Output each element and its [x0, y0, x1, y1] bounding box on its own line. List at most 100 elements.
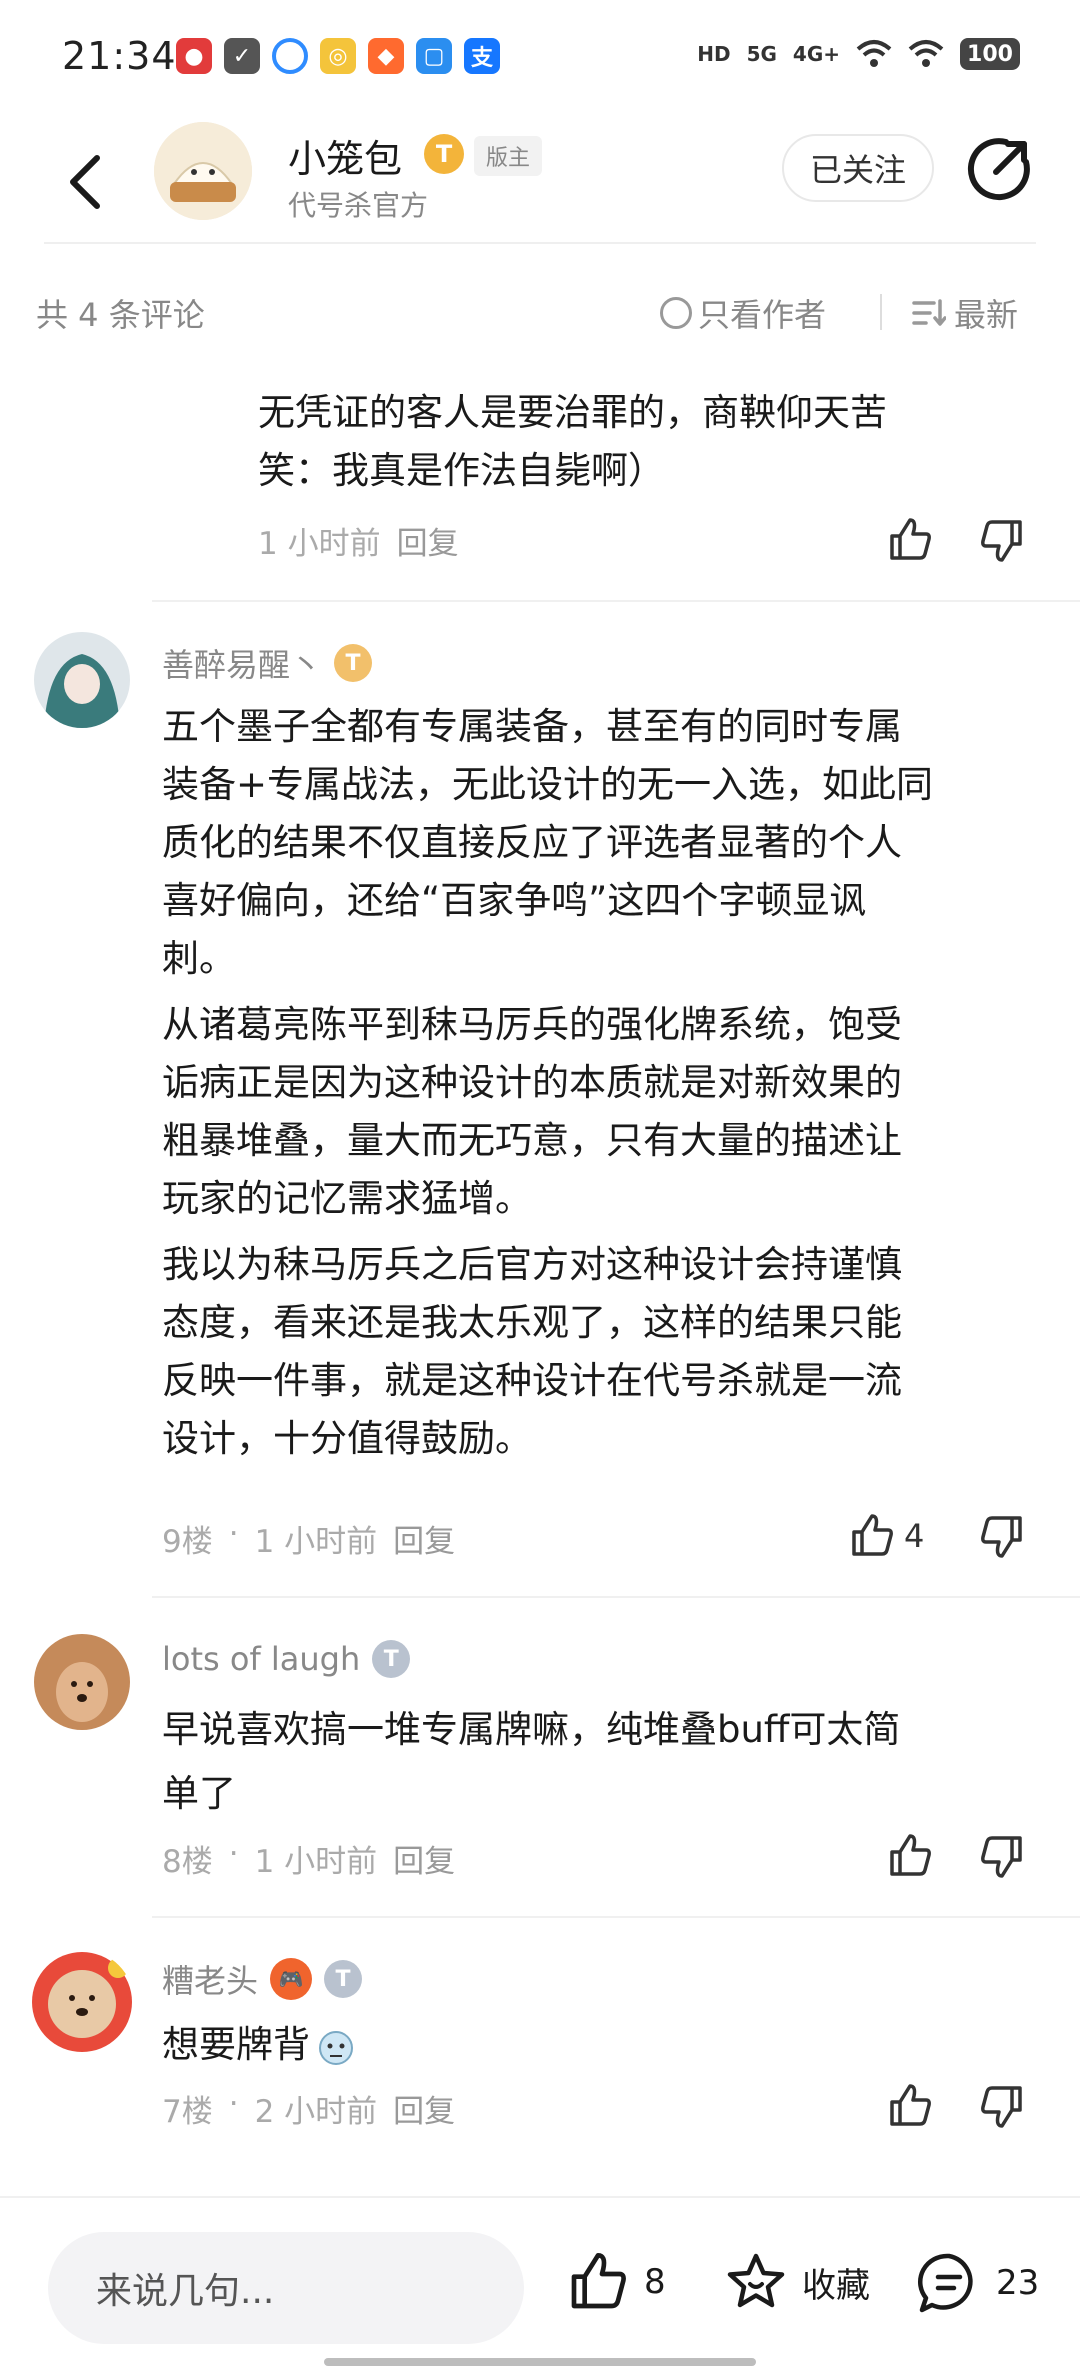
anime-avatar-image: [34, 632, 130, 728]
comment-input[interactable]: 来说几句...: [48, 2232, 524, 2344]
filter-divider: [880, 294, 882, 330]
comment-icon: [918, 2253, 973, 2313]
sort-icon: [912, 299, 946, 326]
dislike-button[interactable]: [976, 2080, 1028, 2132]
like-button[interactable]: [884, 1830, 936, 1882]
post-like-button[interactable]: 8: [566, 2250, 666, 2314]
meta-dot: ·: [228, 1516, 239, 1552]
thumb-down-icon: [981, 2086, 1022, 2128]
user-level-badge: T: [372, 1640, 411, 1678]
moderator-badge: 版主: [474, 136, 543, 176]
user-avatar[interactable]: [34, 1634, 130, 1730]
like-button[interactable]: [884, 2080, 936, 2132]
comment-time: 2 小时前: [254, 2094, 378, 2130]
user-avatar[interactable]: [34, 632, 130, 728]
reply-button[interactable]: 回复: [397, 518, 459, 563]
shopping-icon: ◆: [368, 38, 404, 74]
thumb-up-icon: [571, 2253, 626, 2309]
user-avatar[interactable]: [30, 1950, 134, 2054]
status-time: 21:34: [62, 34, 177, 78]
user-name-row: 善醉易醒丶 T: [162, 640, 373, 686]
follow-button[interactable]: 已关注: [782, 134, 934, 202]
comment-count-total: 23: [996, 2263, 1040, 2303]
comment-meta: 9楼 · 1 小时前 回复: [162, 1516, 455, 1561]
thumb-down-icon: [981, 1836, 1022, 1878]
comment-count: 共 4 条评论: [36, 296, 205, 334]
wifi-icon-2: [908, 40, 944, 67]
task-icon: ✓: [224, 38, 260, 74]
netease-music-icon: ●: [176, 38, 212, 74]
user-name[interactable]: 善醉易醒丶: [162, 640, 322, 686]
wifi-icon: [856, 40, 892, 67]
dislike-button[interactable]: [976, 514, 1028, 566]
video-icon: ▢: [416, 38, 452, 74]
only-author-toggle[interactable]: 只看作者: [660, 290, 826, 336]
comment-text: 无凭证的客人是要治罪的，商鞅仰天苦 笑：我真是作法自毙啊）: [258, 391, 887, 492]
user-name-row: lots of laugh T: [162, 1640, 411, 1678]
alipay-icon: 支: [464, 38, 500, 74]
star-icon: [727, 2253, 785, 2308]
reply-button[interactable]: 回复: [393, 1836, 455, 1881]
thumb-up-icon: [884, 514, 936, 566]
comment-divider: [152, 600, 1080, 602]
like-count: 4: [904, 1517, 925, 1555]
user-name[interactable]: lots of laugh: [162, 1640, 360, 1678]
hd-indicator: HD: [697, 42, 731, 66]
5g-indicator: 5G: [746, 42, 777, 66]
favorite-label: 收藏: [802, 2265, 870, 2306]
only-author-label: 只看作者: [698, 296, 827, 334]
comment-floor: 9楼: [162, 1524, 213, 1560]
comment-meta: 8楼 · 1 小时前 回复: [162, 1836, 455, 1881]
comment-paragraph: 五个墨子全都有专属装备，甚至有的同时专属 装备+专属战法，无此设计的无一入选，如…: [162, 705, 934, 980]
dog-avatar-image: [34, 1634, 130, 1730]
reply-button[interactable]: 回复: [393, 1516, 455, 1561]
meta-dot: ·: [228, 1836, 239, 1872]
radio-icon: [660, 297, 692, 329]
post-like-count: 8: [644, 2262, 666, 2302]
comment-time: 1 小时前: [258, 526, 381, 562]
thumb-down-icon: [981, 520, 1022, 562]
comment-time: 1 小时前: [254, 1524, 378, 1560]
reply-button[interactable]: 回复: [393, 2086, 455, 2131]
game-badge-icon: 🎮: [270, 1958, 313, 2000]
dumpling-avatar-image: [154, 122, 252, 220]
owner-name[interactable]: 小笼包: [288, 128, 402, 183]
favorite-button[interactable]: 收藏: [724, 2250, 870, 2314]
home-indicator[interactable]: [324, 2358, 756, 2366]
dislike-button[interactable]: [976, 1830, 1028, 1882]
crying-emoji-icon: [316, 2025, 356, 2065]
owner-avatar[interactable]: [154, 122, 252, 220]
comment-text: 早说喜欢搞一堆专属牌嘛，纯堆叠buff可太简 单了: [162, 1708, 901, 1815]
dislike-button[interactable]: [976, 1510, 1028, 1562]
comment-divider: [152, 1596, 1080, 1598]
comment-text: 五个墨子全都有专属装备，甚至有的同时专属 装备+专属战法，无此设计的无一入选，如…: [162, 698, 1032, 1468]
comment-meta: 1 小时前 回复: [258, 518, 459, 563]
like-button[interactable]: [884, 514, 936, 566]
back-button[interactable]: [54, 142, 114, 222]
meta-dot: ·: [228, 2086, 239, 2122]
battery-indicator: 100: [960, 38, 1020, 70]
thumb-down-icon: [981, 1516, 1022, 1558]
status-bar: 21:34 ● ✓ ◎ ◆ ▢ 支 HD 5G 4G+ 100: [0, 0, 1080, 118]
user-level-badge: T: [334, 644, 373, 682]
comment-text: 想要牌背: [162, 2016, 356, 2074]
comment-time: 1 小时前: [254, 1844, 378, 1880]
owner-level-badge: T: [424, 134, 464, 174]
bottom-action-bar: 来说几句... 8 收藏 23: [0, 2196, 1080, 2376]
weibo-icon: ◎: [320, 38, 356, 74]
browser-icon: [272, 38, 308, 74]
share-button[interactable]: [966, 136, 1032, 202]
owner-subtitle: 代号杀官方: [288, 189, 429, 222]
sort-button[interactable]: 最新: [912, 290, 1018, 336]
dog-festive-avatar-image: [32, 1952, 132, 2052]
comment-paragraph: 从诸葛亮陈平到秣马厉兵的强化牌系统，饱受 诟病正是因为这种设计的本质就是对新效果…: [162, 1003, 902, 1220]
comments-button[interactable]: 23: [916, 2250, 1039, 2316]
back-arrow-icon: [70, 155, 100, 209]
share-icon: [967, 138, 1030, 201]
like-button[interactable]: 4: [846, 1510, 924, 1562]
user-name[interactable]: 糟老头: [162, 1956, 258, 2002]
status-indicators: HD 5G 4G+ 100: [697, 38, 1020, 70]
user-name-row: 糟老头 🎮 T: [162, 1956, 363, 2002]
comment-divider: [152, 1916, 1080, 1918]
comment-floor: 7楼: [162, 2094, 213, 2130]
